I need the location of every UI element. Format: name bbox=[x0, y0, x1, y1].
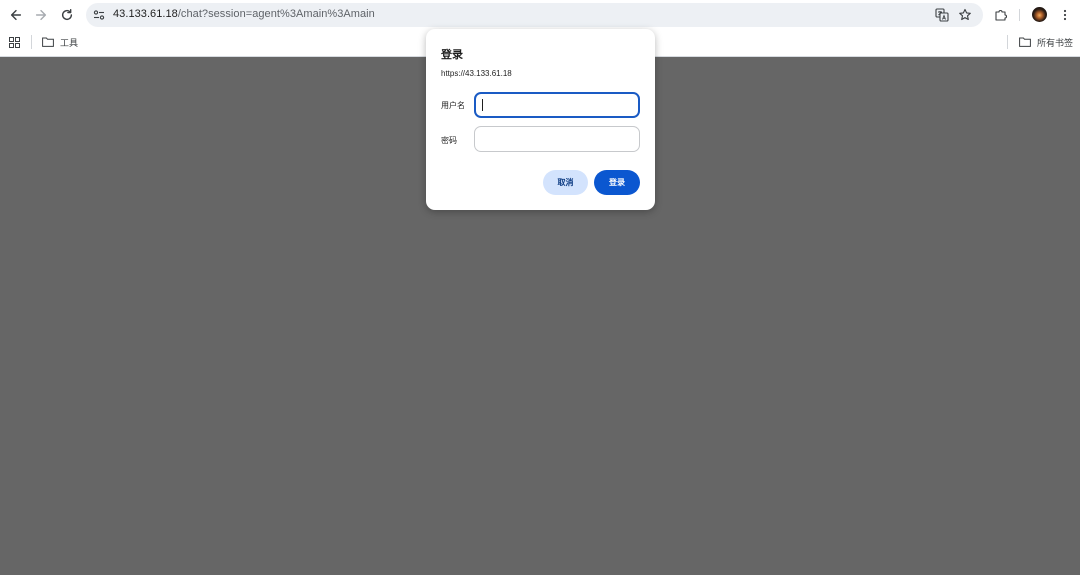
translate-icon bbox=[935, 8, 949, 22]
reload-button[interactable] bbox=[56, 4, 78, 26]
cancel-button[interactable]: 取消 bbox=[543, 170, 588, 195]
forward-button[interactable] bbox=[30, 4, 52, 26]
avatar[interactable] bbox=[1032, 7, 1047, 22]
bookmark-folder-label: 工具 bbox=[60, 37, 79, 48]
all-bookmarks-button[interactable]: 所有书签 bbox=[1019, 34, 1073, 50]
address-bar[interactable]: 43.133.61.18/chat?session=agent%3Amain%3… bbox=[86, 3, 983, 27]
tune-icon bbox=[93, 10, 105, 20]
username-label: 用户名 bbox=[441, 101, 465, 110]
browser-toolbar: 43.133.61.18/chat?session=agent%3Amain%3… bbox=[0, 0, 1080, 30]
apps-button[interactable] bbox=[9, 34, 26, 50]
translate-button[interactable] bbox=[934, 7, 950, 23]
bookmarks-divider bbox=[31, 35, 32, 49]
puzzle-icon bbox=[995, 10, 1007, 21]
bookmarks-divider-right bbox=[1007, 35, 1008, 49]
arrow-right-icon bbox=[35, 9, 47, 21]
password-input[interactable] bbox=[474, 126, 640, 152]
all-bookmarks-label: 所有书签 bbox=[1037, 37, 1074, 48]
password-label: 密码 bbox=[441, 136, 457, 145]
folder-icon bbox=[42, 37, 54, 47]
bookmark-star-button[interactable] bbox=[957, 7, 973, 23]
dialog-origin: https://43.133.61.18 bbox=[441, 69, 512, 78]
url-host: 43.133.61.18 bbox=[113, 8, 178, 20]
back-button[interactable] bbox=[5, 4, 27, 26]
apps-grid-icon bbox=[9, 36, 20, 48]
star-icon bbox=[959, 8, 971, 21]
text-caret bbox=[482, 99, 483, 111]
browser-menu-button[interactable] bbox=[1055, 5, 1075, 25]
login-dialog: 登录 https://43.133.61.18 用户名 密码 取消 登录 bbox=[426, 29, 655, 210]
extensions-button[interactable] bbox=[991, 5, 1011, 25]
username-input[interactable] bbox=[474, 92, 640, 118]
reload-icon bbox=[61, 9, 73, 21]
dialog-title: 登录 bbox=[441, 49, 463, 61]
arrow-left-icon bbox=[10, 9, 22, 21]
more-vertical-icon bbox=[1063, 9, 1067, 21]
site-info-button[interactable] bbox=[92, 8, 106, 22]
url-text: 43.133.61.18/chat?session=agent%3Amain%3… bbox=[113, 8, 375, 20]
folder-icon bbox=[1019, 37, 1031, 47]
url-path: /chat?session=agent%3Amain%3Amain bbox=[177, 8, 375, 20]
toolbar-divider bbox=[1019, 9, 1020, 21]
bookmark-folder-tools[interactable]: 工具 bbox=[42, 34, 78, 50]
login-button[interactable]: 登录 bbox=[594, 170, 640, 195]
